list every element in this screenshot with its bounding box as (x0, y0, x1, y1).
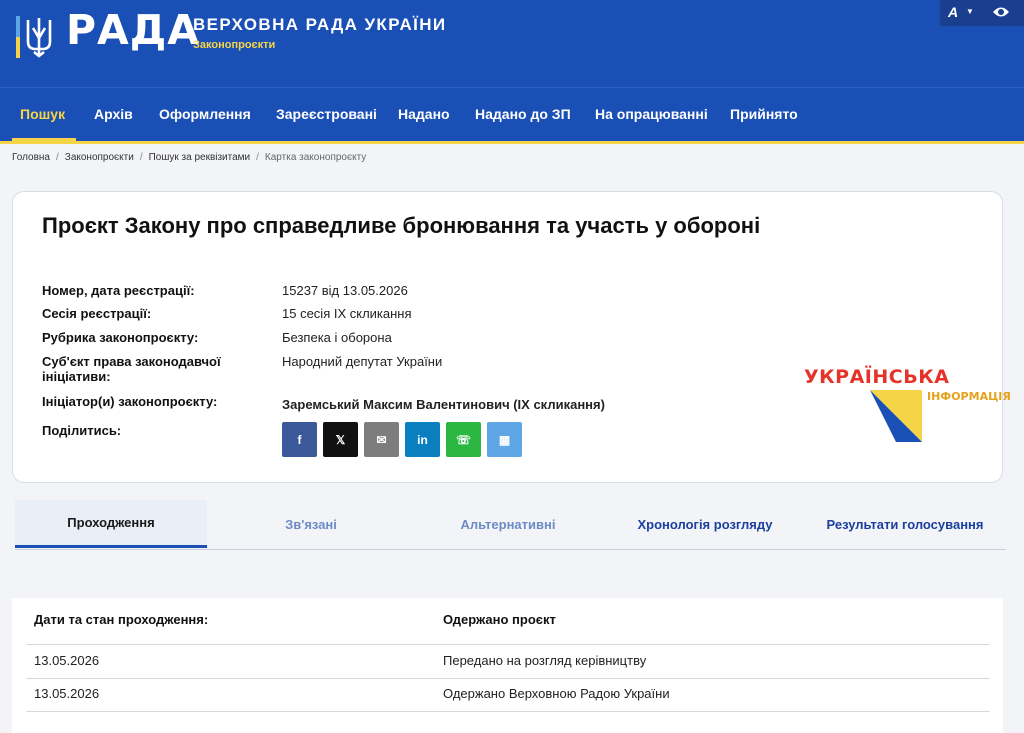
accessibility-tools: A ▼ (940, 0, 1024, 26)
progress-table: Дати та стан проходження: Одержано проєк… (12, 598, 1003, 733)
share-x-button[interactable]: 𝕏 (323, 422, 358, 457)
nav-item-registered[interactable]: Зареєстровані (276, 106, 377, 122)
nav-item-archive[interactable]: Архів (94, 106, 133, 122)
watermark-logo: УКРАЇНСЬКА ІНФОРМАЦІЯ (804, 366, 1020, 446)
chevron-down-icon[interactable]: ▼ (966, 7, 974, 16)
table-row-status: Передано на розгляд керівництву (443, 653, 647, 668)
main-nav: Пошук Архів Оформлення Зареєстровані Над… (0, 87, 1024, 144)
field-label-share: Поділитись: (42, 423, 122, 438)
font-size-button[interactable]: A (948, 4, 958, 20)
share-linkedin-button[interactable]: in (405, 422, 440, 457)
table-row-date: 13.05.2026 (34, 686, 100, 701)
trident-icon[interactable] (16, 16, 62, 58)
share-whatsapp-button[interactable]: ☏ (446, 422, 481, 457)
linkedin-icon: in (417, 432, 428, 447)
table-header-status: Одержано проєкт (443, 612, 556, 627)
field-label-subject: Суб'єкт права законодавчої ініціативи: (42, 354, 221, 384)
bill-title: Проєкт Закону про справедливе бронювання… (42, 213, 761, 238)
site-subtitle: Законопроєкти (193, 39, 276, 51)
field-value-category: Безпека і оборона (282, 330, 392, 345)
tab-voting-results[interactable]: Результати голосування (810, 500, 1000, 548)
breadcrumb-bills[interactable]: Законопроєкти (65, 152, 134, 163)
email-icon: ✉ (376, 432, 387, 447)
table-row-date: 13.05.2026 (34, 653, 100, 668)
share-email-button[interactable]: ✉ (364, 422, 399, 457)
field-value-subject: Народний депутат України (282, 354, 443, 369)
table-row-status: Одержано Верховною Радою України (443, 686, 670, 701)
table-divider (26, 644, 990, 645)
field-label-number: Номер, дата реєстрації: (42, 283, 195, 298)
facebook-icon: f (297, 432, 302, 447)
share-qr-button[interactable]: ▦ (487, 422, 522, 457)
breadcrumb: Головна / Законопроєкти / Пошук за реквізита… (12, 152, 367, 163)
tab-alternative[interactable]: Альтернативні (415, 500, 601, 548)
site-title: ВЕРХОВНА РАДА УКРАЇНИ (193, 15, 447, 34)
breadcrumb-home[interactable]: Головна (12, 152, 50, 163)
field-value-session: 15 сесія IX скликання (282, 306, 412, 321)
nav-item-processing[interactable]: На опрацюванні (595, 106, 708, 122)
field-label-category: Рубрика законопроєкту: (42, 330, 199, 345)
nav-item-adopted[interactable]: Прийнято (730, 106, 798, 122)
site-header: РАДА ВЕРХОВНА РАДА УКРАЇНИ Законопроєкти… (0, 0, 1024, 87)
qr-code-icon: ▦ (498, 432, 511, 447)
whatsapp-icon: ☏ (455, 432, 471, 447)
field-label-initiator: Ініціатор(и) законопроєкту: (42, 394, 218, 409)
field-value-number: 15237 від 13.05.2026 (282, 283, 408, 298)
nav-item-search[interactable]: Пошук (20, 106, 65, 122)
tab-related[interactable]: Зв'язані (225, 500, 397, 548)
breadcrumb-current: Картка законопроєкту (264, 152, 367, 163)
breadcrumb-search[interactable]: Пошук за реквізитами (149, 152, 251, 163)
nav-item-registration[interactable]: Оформлення (159, 106, 251, 122)
watermark-line2: ІНФОРМАЦІЯ (927, 390, 1011, 403)
watermark-line1: УКРАЇНСЬКА (804, 366, 950, 388)
nav-item-submitted[interactable]: Надано (398, 106, 450, 122)
tab-chronology[interactable]: Хронологія розгляду (620, 500, 790, 548)
table-divider (26, 678, 990, 679)
watermark-shape-icon (870, 390, 922, 442)
eye-icon[interactable] (992, 5, 1010, 19)
nav-active-indicator (12, 138, 76, 142)
field-value-initiator[interactable]: Заремський Максим Валентинович (IX склик… (282, 397, 605, 412)
tab-progress[interactable]: Проходження (15, 500, 207, 548)
nav-item-submitted-zp[interactable]: Надано до ЗП (475, 106, 571, 122)
table-header-dates: Дати та стан проходження: (34, 612, 209, 627)
share-facebook-button[interactable]: f (282, 422, 317, 457)
field-label-session: Сесія реєстрації: (42, 306, 152, 321)
bill-tabs: Проходження Зв'язані Альтернативні Хроно… (15, 500, 1006, 550)
table-divider (26, 711, 990, 712)
brand-logo-text[interactable]: РАДА (66, 6, 200, 54)
x-icon: 𝕏 (335, 432, 346, 447)
